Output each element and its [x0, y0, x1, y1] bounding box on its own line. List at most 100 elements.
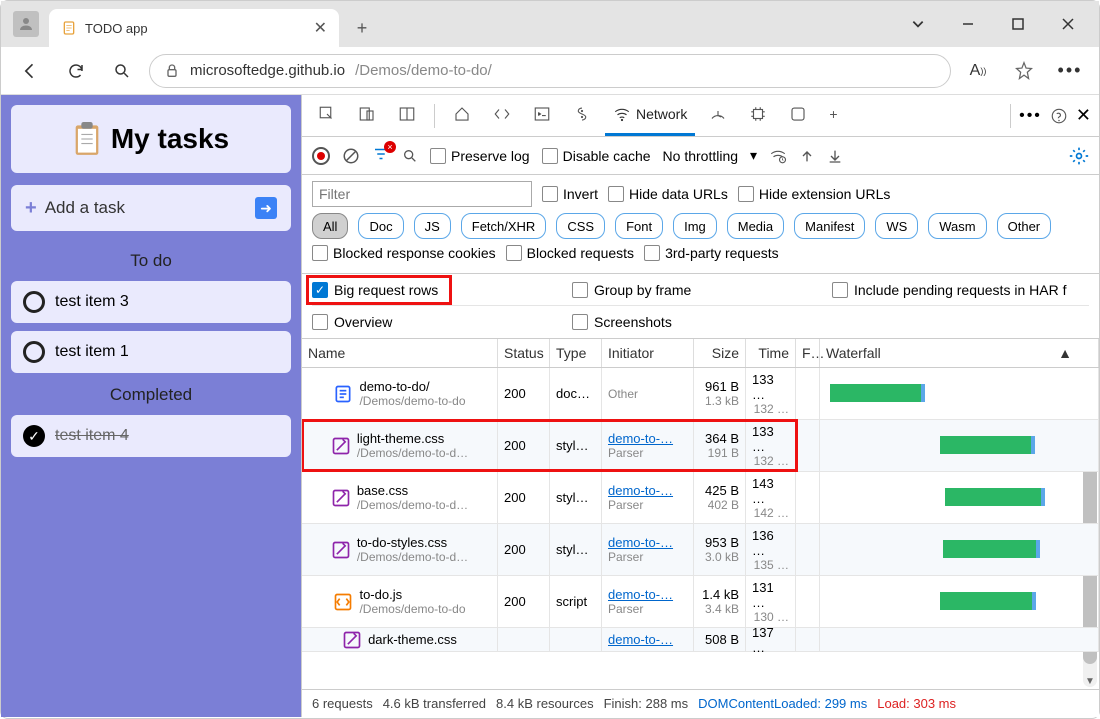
waterfall-bar: [830, 384, 925, 402]
disable-cache-checkbox[interactable]: Disable cache: [542, 148, 651, 164]
col-f[interactable]: F…: [796, 339, 820, 367]
task-item[interactable]: test item 3: [11, 281, 291, 323]
close-window-button[interactable]: [1045, 9, 1091, 39]
chevron-down-icon[interactable]: [895, 9, 941, 39]
tab-sources[interactable]: [565, 96, 599, 136]
network-row[interactable]: to-do.js/Demos/demo-to-do200scriptdemo-t…: [302, 576, 1099, 628]
browser-tab[interactable]: TODO app ✕: [49, 9, 339, 47]
tab-elements[interactable]: [485, 96, 519, 136]
col-type[interactable]: Type: [550, 339, 602, 367]
search-icon[interactable]: [402, 148, 418, 164]
new-tab-button[interactable]: +: [345, 11, 379, 45]
blocked-cookies-checkbox[interactable]: Blocked response cookies: [312, 245, 496, 261]
col-initiator[interactable]: Initiator: [602, 339, 694, 367]
back-button[interactable]: [11, 52, 49, 90]
type-chip-doc[interactable]: Doc: [358, 213, 403, 239]
tab-memory[interactable]: [741, 96, 775, 136]
network-row[interactable]: dark-theme.cssdemo-to-…508 B137 …: [302, 628, 1099, 652]
overview-checkbox[interactable]: Overview: [312, 314, 572, 330]
checked-icon[interactable]: ✓: [23, 425, 45, 447]
group-by-frame-checkbox[interactable]: Group by frame: [572, 282, 832, 298]
type-chip-manifest[interactable]: Manifest: [794, 213, 865, 239]
network-row[interactable]: light-theme.css/Demos/demo-to-d…200styl……: [302, 420, 1099, 472]
dock-icon[interactable]: [390, 96, 424, 136]
blocked-requests-checkbox[interactable]: Blocked requests: [506, 245, 634, 261]
more-icon[interactable]: •••: [1051, 52, 1089, 90]
add-task-input[interactable]: + Add a task ➜: [11, 185, 291, 231]
clear-icon[interactable]: [342, 147, 360, 165]
invert-checkbox[interactable]: Invert: [542, 186, 598, 202]
help-icon[interactable]: [1050, 107, 1068, 125]
waterfall-bar: [945, 488, 1045, 506]
col-size[interactable]: Size: [694, 339, 746, 367]
preserve-log-checkbox[interactable]: Preserve log: [430, 148, 530, 164]
upload-icon[interactable]: [799, 148, 815, 164]
url-input[interactable]: microsoftedge.github.io/Demos/demo-to-do…: [149, 54, 951, 88]
checkbox-icon[interactable]: [23, 291, 45, 313]
submit-task-button[interactable]: ➜: [255, 197, 277, 219]
filter-toggle-icon[interactable]: ×: [372, 145, 390, 166]
network-options: ✓Big request rows Group by frame Include…: [302, 274, 1099, 338]
search-icon[interactable]: [103, 52, 141, 90]
throttling-select[interactable]: No throttling: [663, 148, 738, 164]
settings-icon[interactable]: [1069, 146, 1089, 166]
checkbox-icon[interactable]: [23, 341, 45, 363]
tab-application[interactable]: [781, 96, 815, 136]
network-row[interactable]: to-do-styles.css/Demos/demo-to-d…200styl…: [302, 524, 1099, 576]
type-chip-fetch/xhr[interactable]: Fetch/XHR: [461, 213, 547, 239]
url-host: microsoftedge.github.io: [190, 62, 345, 79]
device-icon[interactable]: [350, 96, 384, 136]
refresh-button[interactable]: [57, 52, 95, 90]
favorite-icon[interactable]: [1005, 52, 1043, 90]
hide-data-urls-checkbox[interactable]: Hide data URLs: [608, 186, 728, 202]
type-chip-css[interactable]: CSS: [556, 213, 605, 239]
tab-more[interactable]: +: [821, 96, 845, 136]
inspect-icon[interactable]: [310, 96, 344, 136]
devtools-tabs: Network + ••• ✕: [302, 95, 1099, 137]
read-aloud-icon[interactable]: A)): [959, 52, 997, 90]
profile-avatar[interactable]: [13, 11, 39, 37]
close-devtools-icon[interactable]: ✕: [1076, 105, 1091, 126]
todo-section-title: To do: [11, 251, 291, 271]
status-finish: Finish: 288 ms: [604, 696, 689, 711]
download-icon[interactable]: [827, 148, 843, 164]
col-time[interactable]: Time: [746, 339, 796, 367]
devtools-panel: Network + ••• ✕ × Preserve log Disable c…: [301, 95, 1099, 717]
filter-input[interactable]: [312, 181, 532, 207]
type-chip-wasm[interactable]: Wasm: [928, 213, 986, 239]
task-item[interactable]: ✓ test item 4: [11, 415, 291, 457]
task-item[interactable]: test item 1: [11, 331, 291, 373]
network-row[interactable]: demo-to-do//Demos/demo-to-do200doc…Other…: [302, 368, 1099, 420]
type-chip-font[interactable]: Font: [615, 213, 663, 239]
tab-welcome[interactable]: [445, 96, 479, 136]
type-chip-media[interactable]: Media: [727, 213, 784, 239]
network-row[interactable]: base.css/Demos/demo-to-d…200styl…demo-to…: [302, 472, 1099, 524]
screenshots-checkbox[interactable]: Screenshots: [572, 314, 832, 330]
dropdown-icon[interactable]: ▾: [750, 147, 757, 164]
minimize-button[interactable]: [945, 9, 991, 39]
tab-performance[interactable]: [701, 96, 735, 136]
col-status[interactable]: Status: [498, 339, 550, 367]
third-party-checkbox[interactable]: 3rd-party requests: [644, 245, 779, 261]
record-button[interactable]: [312, 147, 330, 165]
more-tools-icon[interactable]: •••: [1019, 107, 1042, 125]
network-table-body: ▲ ▼ demo-to-do//Demos/demo-to-do200doc…O…: [302, 368, 1099, 689]
type-chip-all[interactable]: All: [312, 213, 348, 239]
tab-console[interactable]: [525, 96, 559, 136]
col-name[interactable]: Name: [302, 339, 498, 367]
col-waterfall[interactable]: Waterfall▲: [820, 339, 1099, 367]
type-chip-img[interactable]: Img: [673, 213, 717, 239]
type-chip-js[interactable]: JS: [414, 213, 451, 239]
network-conditions-icon[interactable]: [769, 147, 787, 165]
close-tab-icon[interactable]: ✕: [314, 18, 327, 38]
waterfall-bar: [940, 436, 1035, 454]
address-bar: microsoftedge.github.io/Demos/demo-to-do…: [1, 47, 1099, 95]
tab-network[interactable]: Network: [605, 96, 695, 136]
include-har-checkbox[interactable]: Include pending requests in HAR f: [832, 282, 1066, 298]
maximize-button[interactable]: [995, 9, 1041, 39]
type-chip-other[interactable]: Other: [997, 213, 1052, 239]
type-chip-ws[interactable]: WS: [875, 213, 918, 239]
css-file-icon: [331, 436, 351, 456]
plus-icon: +: [25, 197, 37, 220]
hide-extension-urls-checkbox[interactable]: Hide extension URLs: [738, 186, 891, 202]
